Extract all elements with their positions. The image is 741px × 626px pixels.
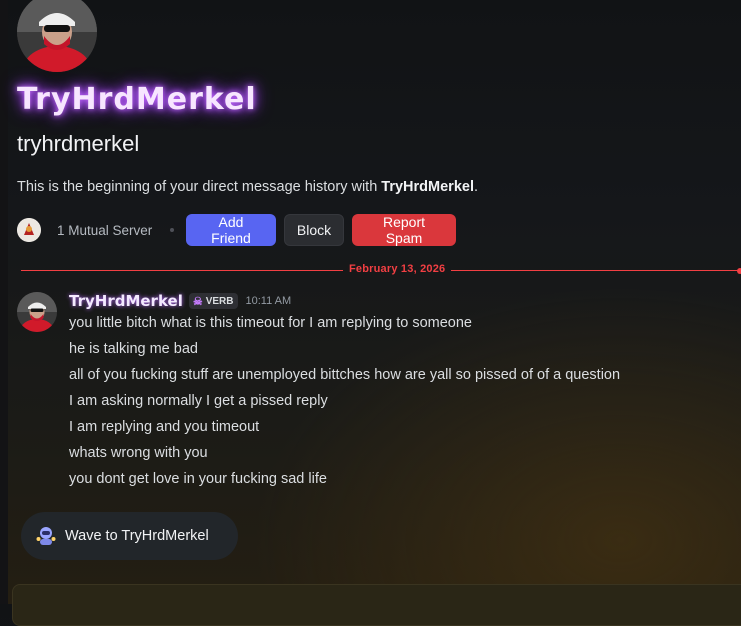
message-line: you dont get love in your fucking sad li… <box>69 471 327 487</box>
date-divider-line-right <box>451 270 739 271</box>
mutual-servers-link[interactable]: 1 Mutual Server <box>57 223 152 238</box>
left-edge-bar <box>0 0 8 604</box>
report-spam-button[interactable]: Report Spam <box>352 214 456 246</box>
intro-name: TryHrdMerkel <box>381 179 474 195</box>
wave-button-label: Wave to TryHrdMerkel <box>65 528 209 544</box>
wave-button[interactable]: Wave to TryHrdMerkel <box>21 512 238 560</box>
message-line: you little bitch what is this timeout fo… <box>69 315 472 331</box>
message-avatar[interactable] <box>17 292 57 332</box>
message-input-box[interactable] <box>12 584 741 626</box>
dm-intro-text: This is the beginning of your direct mes… <box>17 179 478 195</box>
profile-username: tryhrdmerkel <box>17 131 140 156</box>
date-divider-line-left <box>21 270 343 271</box>
separator-dot <box>170 228 175 232</box>
intro-suffix: . <box>473 179 479 195</box>
message-line: I am replying and you timeout <box>69 419 260 435</box>
guild-tag-badge[interactable]: ☠ VERB <box>188 293 238 309</box>
skull-icon: ☠ <box>192 295 203 308</box>
message-line: whats wrong with you <box>69 445 208 461</box>
message-header: TryHrdMerkel ☠ VERB 10:11 AM <box>69 292 291 310</box>
guild-tag-label: VERB <box>205 295 234 307</box>
add-friend-button[interactable]: Add Friend <box>186 214 276 246</box>
message-line: all of you fucking stuff are unemployed … <box>69 367 621 383</box>
server-emblem-icon <box>17 218 41 242</box>
message-timestamp[interactable]: 10:11 AM <box>246 295 292 307</box>
date-divider-label: February 13, 2026 <box>349 263 446 275</box>
mutual-servers-row: 1 Mutual Server <box>17 214 175 246</box>
new-messages-dot <box>737 268 741 274</box>
intro-prefix: This is the beginning of your direct mes… <box>17 179 382 195</box>
profile-avatar[interactable] <box>17 0 97 72</box>
message-line: I am asking normally I get a pissed repl… <box>69 393 328 409</box>
server-icon[interactable] <box>17 218 41 242</box>
message-author[interactable]: TryHrdMerkel <box>69 292 183 310</box>
block-button[interactable]: Block <box>284 214 344 246</box>
masked-person-avatar-icon <box>17 0 97 72</box>
profile-display-name: TryHrdMerkel <box>17 82 257 117</box>
masked-person-avatar-icon <box>17 292 57 332</box>
message-line: he is talking me bad <box>69 341 198 357</box>
wave-bot-icon <box>36 527 56 545</box>
